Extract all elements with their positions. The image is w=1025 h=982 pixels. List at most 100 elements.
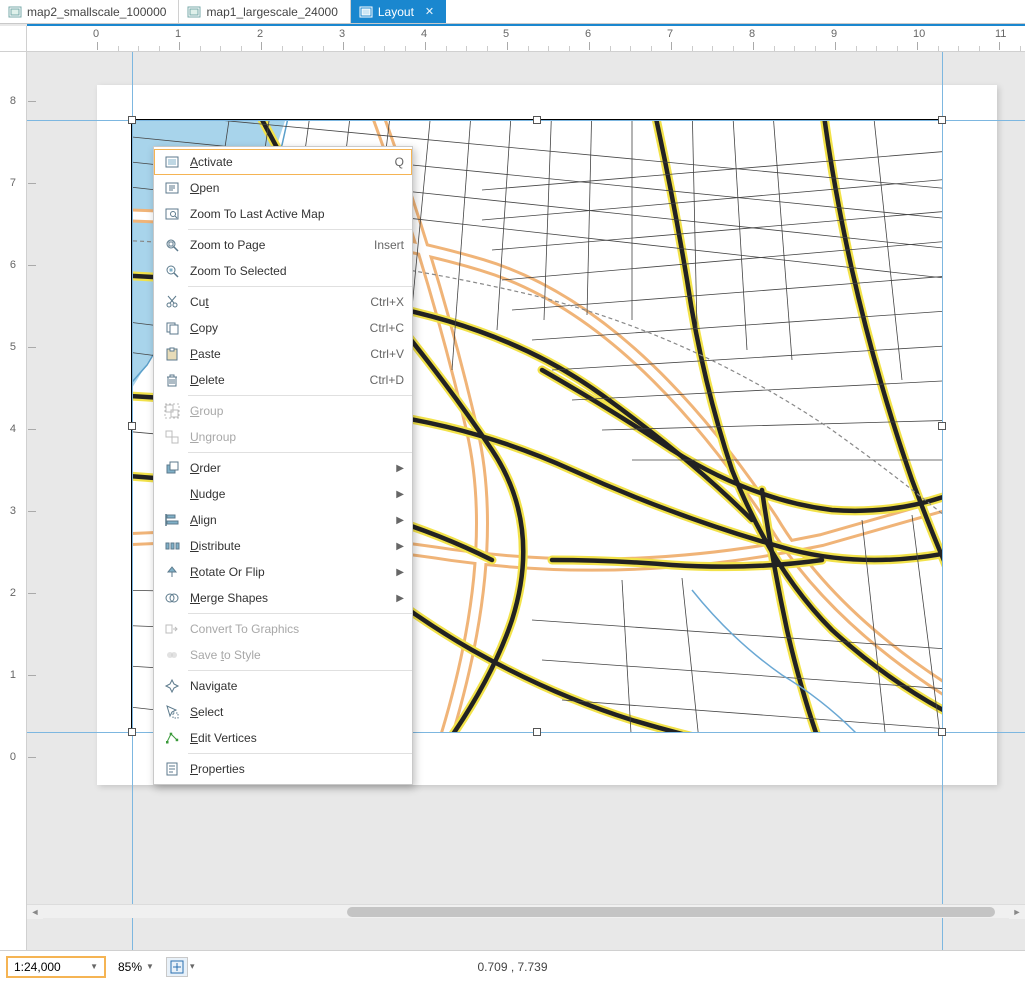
selection-handle[interactable] [128, 728, 136, 736]
menu-item-select[interactable]: Select [154, 699, 412, 725]
menu-item-label: Zoom To Last Active Map [190, 207, 404, 221]
zoom-selector[interactable]: 85% ▼ [118, 960, 154, 974]
cursor-coordinates: 0.709 , 7.739 [477, 960, 547, 974]
close-icon[interactable]: ✕ [425, 5, 434, 18]
layout-canvas[interactable]: ActivateQOpen Zoom To Last Active Map Zoom… [27, 52, 1025, 950]
save-style-icon [162, 646, 182, 664]
document-tabs: map2_smallscale_100000 map1_largescale_24… [0, 0, 1025, 24]
menu-item-label: Copy [190, 321, 370, 335]
ruler-tick: 0 [93, 28, 99, 40]
menu-item-distribute[interactable]: Distribute▶ [154, 533, 412, 559]
zoom-last-icon [162, 205, 182, 223]
scroll-left-button[interactable]: ◄ [27, 905, 43, 919]
tab-layout[interactable]: Layout✕ [351, 0, 446, 23]
snap-mode-button[interactable] [166, 957, 188, 977]
menu-item-navigate[interactable]: Navigate [154, 673, 412, 699]
menu-item-label: Distribute [190, 539, 396, 553]
vertical-ruler[interactable]: 876543210 [0, 52, 27, 950]
ruler-tick: 2 [10, 587, 16, 599]
zoom-value: 85% [118, 960, 142, 974]
menu-item-zoom-to-selected[interactable]: Zoom To Selected [154, 258, 412, 284]
horizontal-ruler[interactable]: 01234567891011 [27, 26, 1025, 52]
ruler-tick: 7 [667, 28, 673, 40]
menu-item-convert-to-graphics: Convert To Graphics [154, 616, 412, 642]
selection-handle[interactable] [938, 116, 946, 124]
menu-item-edit-vertices[interactable]: Edit Vertices [154, 725, 412, 751]
align-icon [162, 511, 182, 529]
blank-icon [162, 485, 182, 503]
ruler-tick: 10 [913, 28, 925, 40]
menu-item-label: Delete [190, 373, 370, 387]
menu-item-label: Rotate Or Flip [190, 565, 396, 579]
menu-item-delete[interactable]: DeleteCtrl+D [154, 367, 412, 393]
menu-item-save-to-style: Save to Style [154, 642, 412, 668]
ruler-tick: 3 [339, 28, 345, 40]
menu-item-label: Nudge [190, 487, 396, 501]
selection-handle[interactable] [938, 728, 946, 736]
layout-guide-vertical[interactable] [942, 52, 943, 950]
menu-item-properties[interactable]: Properties [154, 756, 412, 782]
menu-item-label: Paste [190, 347, 370, 361]
menu-separator [188, 229, 412, 230]
merge-icon [162, 589, 182, 607]
menu-item-align[interactable]: Align▶ [154, 507, 412, 533]
chevron-right-icon: ▶ [396, 541, 404, 552]
layout-guide-vertical[interactable] [132, 52, 133, 950]
menu-item-label: Zoom To Selected [190, 264, 404, 278]
menu-item-open[interactable]: Open [154, 175, 412, 201]
selection-handle[interactable] [938, 422, 946, 430]
menu-separator [188, 452, 412, 453]
ruler-tick: 6 [10, 259, 16, 271]
scroll-thumb[interactable] [347, 907, 995, 917]
ungroup-icon [162, 428, 182, 446]
menu-item-rotate-or-flip[interactable]: Rotate Or Flip▶ [154, 559, 412, 585]
tab-map1-largescale-24000[interactable]: map1_largescale_24000 [179, 0, 350, 23]
menu-item-order[interactable]: Order▶ [154, 455, 412, 481]
menu-item-nudge[interactable]: Nudge▶ [154, 481, 412, 507]
rotate-icon [162, 563, 182, 581]
chevron-down-icon[interactable]: ▾ [190, 961, 195, 972]
map-scale-selector[interactable]: 1:24,000 ▼ [6, 956, 106, 978]
horizontal-scrollbar[interactable]: ◄ ► [27, 904, 1025, 918]
properties-icon [162, 760, 182, 778]
menu-item-label: Cut [190, 295, 370, 309]
group-icon [162, 402, 182, 420]
cut-icon [162, 293, 182, 311]
menu-item-zoom-to-page[interactable]: Zoom to PageInsert [154, 232, 412, 258]
ruler-tick: 4 [421, 28, 427, 40]
selection-handle[interactable] [128, 116, 136, 124]
tab-label: map2_smallscale_100000 [27, 5, 166, 19]
tab-map2-smallscale-100000[interactable]: map2_smallscale_100000 [0, 0, 179, 23]
status-bar: 1:24,000 ▼ 85% ▼ ▾ 0.709 , 7.739 [0, 950, 1025, 982]
ruler-tick: 6 [585, 28, 591, 40]
menu-item-copy[interactable]: CopyCtrl+C [154, 315, 412, 341]
open-icon [162, 179, 182, 197]
zoom-page-icon [162, 236, 182, 254]
menu-separator [188, 613, 412, 614]
ruler-tick: 7 [10, 177, 16, 189]
order-icon [162, 459, 182, 477]
menu-item-label: Select [190, 705, 404, 719]
navigate-icon [162, 677, 182, 695]
selection-handle[interactable] [533, 116, 541, 124]
scroll-right-button[interactable]: ► [1009, 905, 1025, 919]
menu-item-cut[interactable]: CutCtrl+X [154, 289, 412, 315]
menu-item-zoom-to-last-active-map[interactable]: Zoom To Last Active Map [154, 201, 412, 227]
menu-separator [188, 753, 412, 754]
menu-item-label: Ungroup [190, 430, 404, 444]
menu-item-paste[interactable]: PasteCtrl+V [154, 341, 412, 367]
menu-item-label: Convert To Graphics [190, 622, 404, 636]
menu-shortcut: Ctrl+V [370, 347, 404, 361]
selection-handle[interactable] [533, 728, 541, 736]
menu-item-label: Zoom to Page [190, 238, 374, 252]
layout-icon [359, 5, 373, 19]
menu-shortcut: Q [395, 155, 404, 169]
paste-icon [162, 345, 182, 363]
menu-item-merge-shapes[interactable]: Merge Shapes▶ [154, 585, 412, 611]
menu-item-activate[interactable]: ActivateQ [154, 149, 412, 175]
menu-shortcut: Ctrl+X [370, 295, 404, 309]
ruler-tick: 0 [10, 751, 16, 763]
selection-handle[interactable] [128, 422, 136, 430]
layout-guide-horizontal[interactable] [27, 120, 1025, 121]
ruler-tick: 5 [10, 341, 16, 353]
